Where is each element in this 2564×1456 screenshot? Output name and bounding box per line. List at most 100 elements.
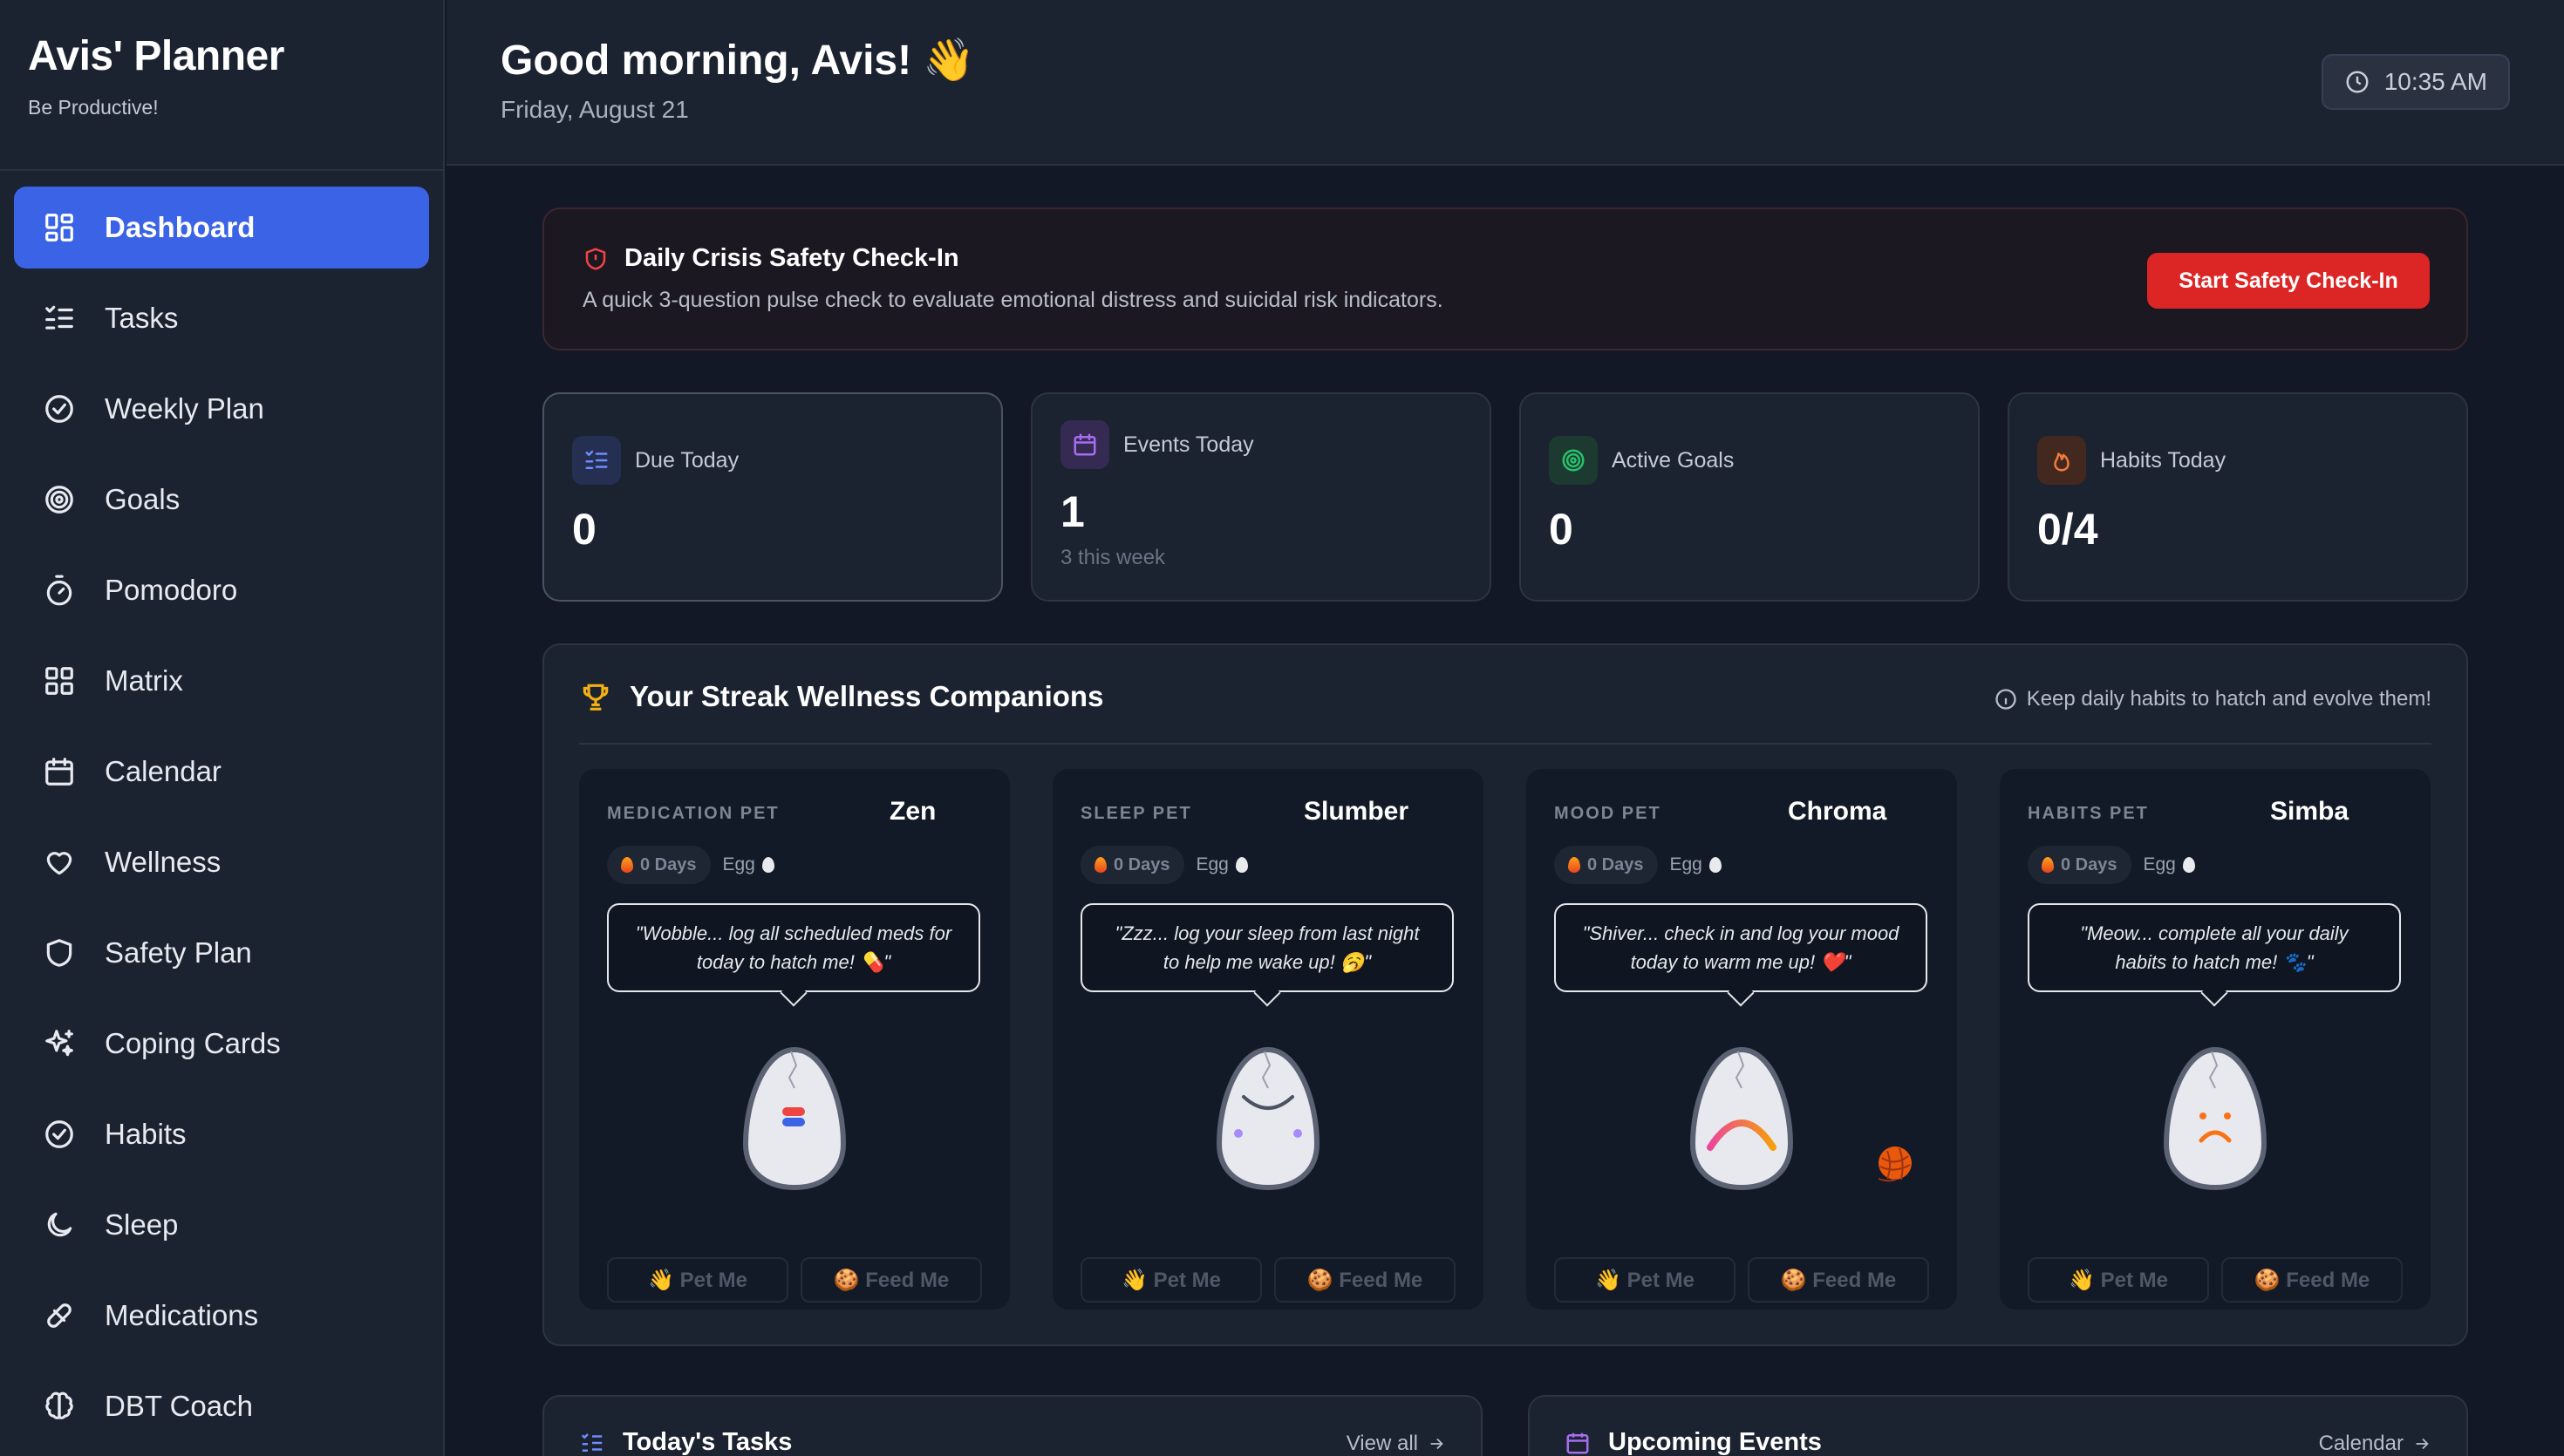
- feed-me-button[interactable]: 🍪 Feed Me: [1274, 1257, 1456, 1303]
- timer-icon: [42, 573, 77, 608]
- sidebar-item-calendar[interactable]: Calendar: [14, 731, 429, 813]
- grid-icon: [42, 663, 77, 698]
- arrow-right-icon: [2416, 1438, 2429, 1450]
- time-badge: 10:35 AM: [2321, 54, 2510, 110]
- sidebar-item-pomodoro[interactable]: Pomodoro: [14, 549, 429, 631]
- feed-me-button[interactable]: 🍪 Feed Me: [1748, 1257, 1929, 1303]
- pet-card-medication: MEDICATION PET Zen 0 Days Egg "Wobble...…: [579, 769, 1010, 1310]
- stat-label: Habits Today: [2100, 447, 2226, 473]
- bubble-tail: [2200, 979, 2228, 1007]
- sidebar-item-weekly-plan[interactable]: Weekly Plan: [14, 368, 429, 450]
- sidebar-item-medications[interactable]: Medications: [14, 1275, 429, 1357]
- current-date: Friday, August 21: [501, 96, 689, 123]
- sidebar-item-label: DBT Coach: [105, 1390, 253, 1422]
- target-icon: [1549, 436, 1598, 485]
- stat-subtext: 3 this week: [1060, 546, 1166, 569]
- calendar-link[interactable]: Calendar: [2319, 1432, 2431, 1456]
- sidebar-item-tasks[interactable]: Tasks: [14, 277, 429, 359]
- calendar-icon: [1060, 420, 1109, 469]
- pet-stage: Egg: [1197, 854, 1248, 875]
- fire-icon: [1568, 857, 1580, 873]
- target-icon: [42, 482, 77, 517]
- stat-label: Due Today: [635, 447, 740, 473]
- sidebar-item-coping-cards[interactable]: Coping Cards: [14, 1003, 429, 1085]
- upcoming-events-title: Upcoming Events: [1565, 1428, 1822, 1456]
- sidebar-item-goals[interactable]: Goals: [14, 459, 429, 541]
- sidebar-item-sleep[interactable]: Sleep: [14, 1184, 429, 1266]
- stat-value: 0: [1549, 505, 1573, 554]
- moon-icon: [42, 1208, 77, 1242]
- egg-icon: [1235, 857, 1248, 873]
- stat-header: Active Goals: [1549, 436, 1734, 485]
- feed-me-button[interactable]: 🍪 Feed Me: [2221, 1257, 2403, 1303]
- sidebar-nav: Dashboard Tasks Weekly Plan Goals Pomodo…: [0, 171, 443, 1447]
- pet-egg[interactable]: [740, 1046, 849, 1193]
- stat-card-habits-today[interactable]: Habits Today 0/4: [2008, 392, 2468, 602]
- sidebar-item-dbt-coach[interactable]: DBT Coach: [14, 1365, 429, 1447]
- pet-name: Chroma: [1788, 797, 1887, 826]
- pet-me-button[interactable]: 👋 Pet Me: [1554, 1257, 1735, 1303]
- upcoming-events-card: Upcoming Events Calendar: [1528, 1395, 2468, 1456]
- sidebar-item-wellness[interactable]: Wellness: [14, 821, 429, 903]
- pet-speech-bubble: "Meow... complete all your daily habits …: [2028, 903, 2401, 1007]
- stat-card-due-today[interactable]: Due Today 0: [542, 392, 1003, 602]
- pet-stage-label: Egg: [1196, 854, 1229, 874]
- sidebar-item-safety-plan[interactable]: Safety Plan: [14, 912, 429, 994]
- pet-egg[interactable]: [1688, 1046, 1796, 1193]
- streak-days: 0 Days: [2061, 854, 2117, 874]
- egg-icon: [1708, 857, 1722, 873]
- sidebar-item-label: Sleep: [105, 1208, 179, 1241]
- fire-icon: [621, 857, 633, 873]
- bubble-tail: [1253, 979, 1281, 1007]
- start-safety-checkin-button[interactable]: Start Safety Check-In: [2147, 253, 2430, 309]
- stat-value: 1: [1060, 487, 1085, 536]
- streak-days: 0 Days: [640, 854, 697, 874]
- pet-quote: "Shiver... check in and log your mood to…: [1582, 922, 1899, 973]
- sidebar-item-dashboard[interactable]: Dashboard: [14, 187, 429, 269]
- flame-icon: [2037, 436, 2086, 485]
- pet-stage: Egg: [1670, 854, 1722, 875]
- stat-card-active-goals[interactable]: Active Goals 0: [1519, 392, 1980, 602]
- calendar-link-label: Calendar: [2318, 1432, 2404, 1455]
- stat-header: Habits Today: [2037, 436, 2226, 485]
- current-time: 10:35 AM: [2383, 68, 2487, 95]
- pet-me-button[interactable]: 👋 Pet Me: [607, 1257, 788, 1303]
- crisis-title-text: Daily Crisis Safety Check-In: [624, 244, 959, 272]
- feed-me-button[interactable]: 🍪 Feed Me: [801, 1257, 982, 1303]
- pet-tags: 0 Days Egg: [1081, 846, 1248, 884]
- view-all-tasks-link[interactable]: View all: [1347, 1432, 1446, 1456]
- bubble-tail: [780, 979, 808, 1007]
- pet-me-button[interactable]: 👋 Pet Me: [1081, 1257, 1262, 1303]
- crisis-description: A quick 3-question pulse check to evalua…: [583, 288, 1443, 312]
- sidebar-item-habits[interactable]: Habits: [14, 1093, 429, 1175]
- info-icon: [1995, 689, 2016, 710]
- pet-egg[interactable]: [1214, 1046, 1322, 1193]
- todays-tasks-card: Today's Tasks View all: [542, 1395, 1483, 1456]
- pet-name: Simba: [2270, 797, 2349, 826]
- calendar-icon: [1566, 1432, 1589, 1453]
- app-root: Avis' Planner Be Productive! Dashboard T…: [0, 0, 2564, 1456]
- pet-quote: "Zzz... log your sleep from last night t…: [1115, 922, 1420, 973]
- streak-days: 0 Days: [1114, 854, 1170, 874]
- stat-header: Events Today: [1060, 420, 1254, 469]
- sidebar-item-label: Safety Plan: [105, 936, 252, 969]
- shield-icon: [42, 936, 77, 970]
- pet-quote: "Meow... complete all your daily habits …: [2080, 922, 2349, 973]
- stat-card-events-today[interactable]: Events Today 1 3 this week: [1031, 392, 1491, 602]
- egg-icon: [761, 857, 774, 873]
- crisis-title: Daily Crisis Safety Check-In: [583, 244, 959, 273]
- tasks-icon: [42, 301, 77, 336]
- sparkles-icon: [42, 1026, 77, 1061]
- clock-icon: [2346, 71, 2369, 93]
- pet-quote: "Wobble... log all scheduled meds for to…: [635, 922, 952, 973]
- pet-egg[interactable]: [2161, 1046, 2269, 1193]
- sidebar-item-label: Habits: [105, 1118, 187, 1150]
- brain-icon: [42, 1389, 77, 1424]
- pet-name: Slumber: [1304, 797, 1409, 826]
- sidebar: Avis' Planner Be Productive! Dashboard T…: [0, 0, 445, 1456]
- sidebar-item-label: Coping Cards: [105, 1027, 281, 1059]
- streak-days-badge: 0 Days: [2028, 846, 2131, 884]
- shield-alert-icon: [585, 247, 606, 270]
- sidebar-item-matrix[interactable]: Matrix: [14, 640, 429, 722]
- pet-me-button[interactable]: 👋 Pet Me: [2028, 1257, 2209, 1303]
